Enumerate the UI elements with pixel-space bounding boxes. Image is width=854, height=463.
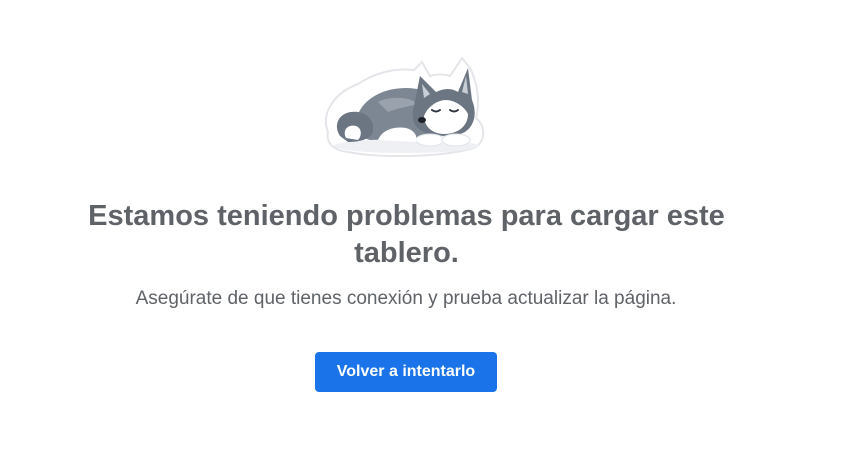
error-page: Estamos teniendo problemas para cargar e… [0,0,854,463]
sleeping-husky-icon [318,54,490,160]
error-message: Asegúrate de que tienes conexión y prueb… [135,288,677,309]
error-title: Estamos teniendo problemas para cargar e… [88,200,725,269]
retry-button[interactable]: Volver a intentarlo [315,352,497,392]
